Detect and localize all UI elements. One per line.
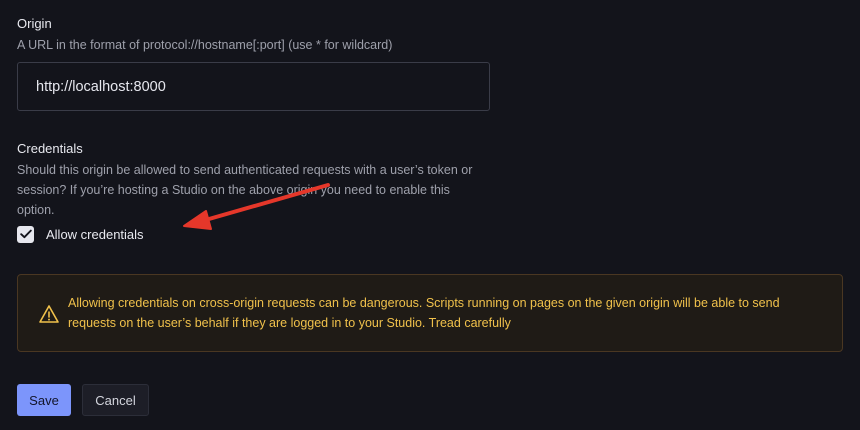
warning-message: Allowing credentials on cross-origin req…: [68, 296, 780, 330]
allow-credentials-label[interactable]: Allow credentials: [46, 227, 144, 242]
warning-triangle-icon: [39, 305, 59, 323]
cors-origin-form: Origin A URL in the format of protocol:/…: [0, 0, 860, 430]
origin-help-text: A URL in the format of protocol://hostna…: [17, 38, 393, 52]
cancel-button[interactable]: Cancel: [82, 384, 149, 416]
origin-label: Origin: [17, 16, 52, 31]
allow-credentials-checkbox[interactable]: [17, 225, 34, 243]
warning-callout: Allowing credentials on cross-origin req…: [17, 274, 843, 352]
credentials-label: Credentials: [17, 141, 83, 156]
checkmark-icon: [19, 229, 32, 239]
allow-credentials-row[interactable]: Allow credentials: [17, 225, 144, 243]
save-button[interactable]: Save: [17, 384, 71, 416]
origin-input[interactable]: [17, 62, 490, 111]
credentials-help-text: Should this origin be allowed to send au…: [17, 163, 473, 217]
